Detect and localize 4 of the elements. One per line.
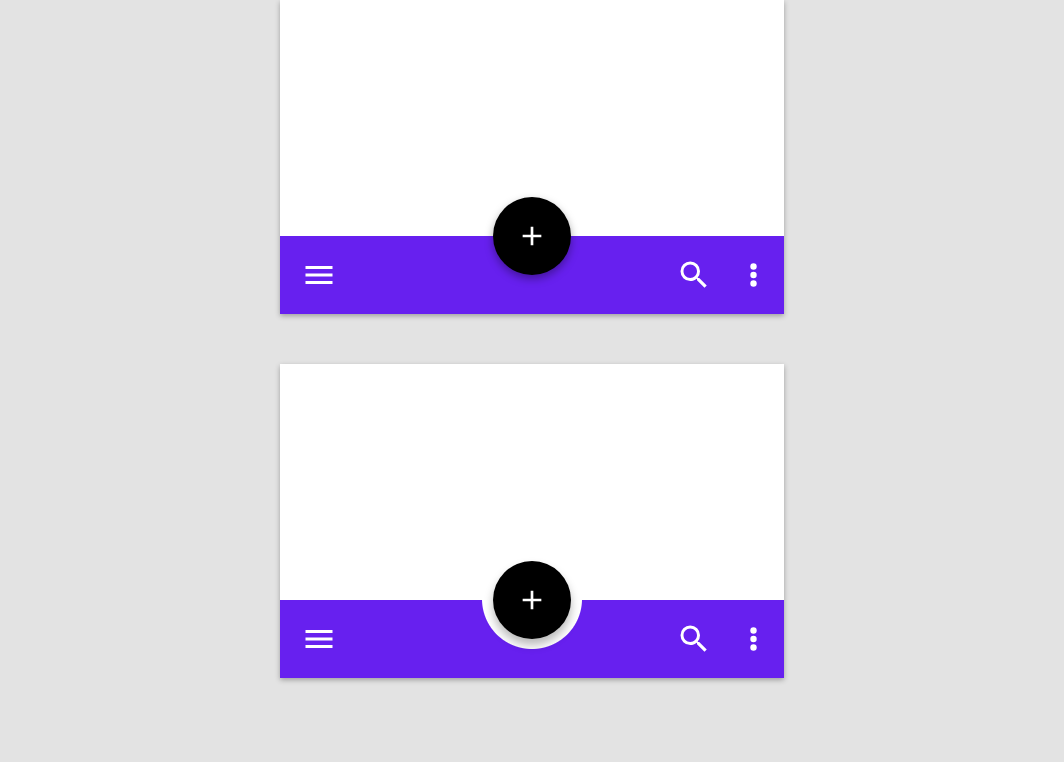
add-fab[interactable] <box>493 197 571 275</box>
more-icon <box>749 263 757 287</box>
more-icon <box>749 627 757 651</box>
add-fab[interactable] <box>493 561 571 639</box>
